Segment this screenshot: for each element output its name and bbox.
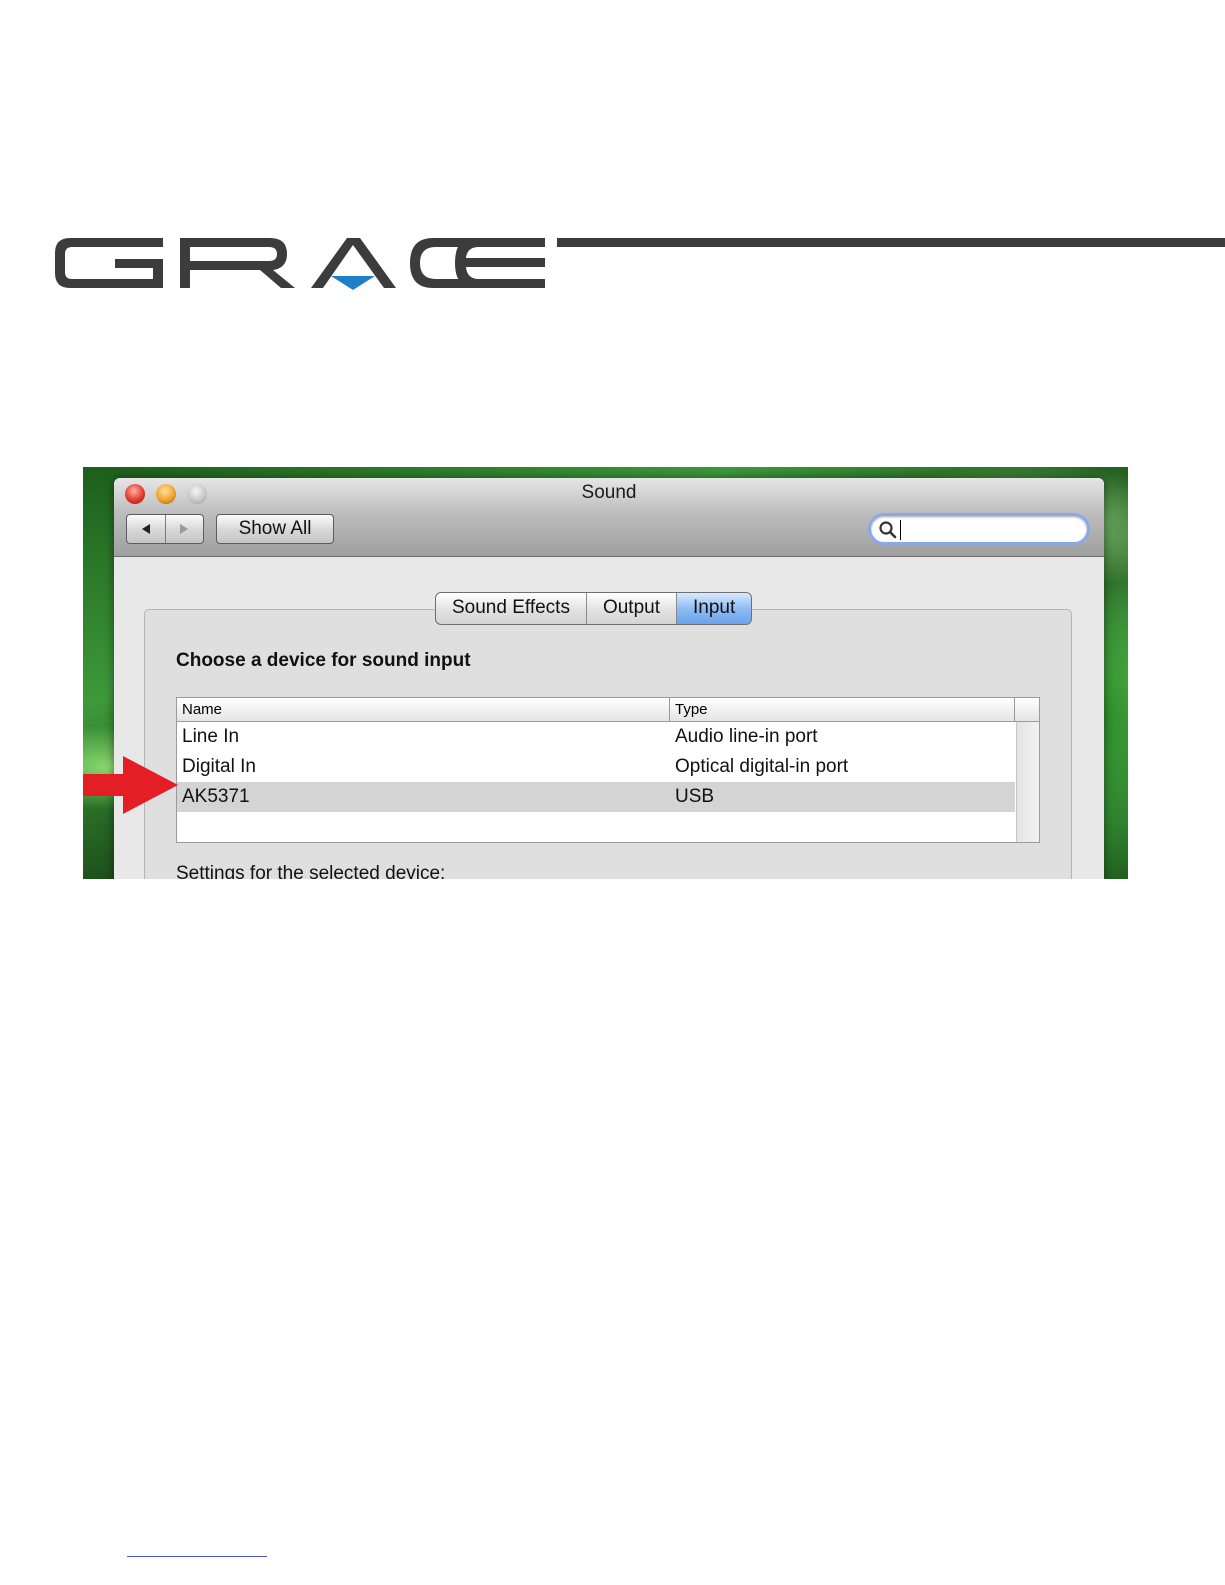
forward-arrow-icon — [180, 524, 189, 534]
device-name: AK5371 — [182, 786, 250, 807]
device-name: Digital In — [182, 756, 256, 777]
red-arrow-icon — [83, 756, 178, 814]
search-input[interactable] — [899, 518, 1083, 542]
show-all-button[interactable]: Show All — [216, 514, 334, 544]
device-type: Optical digital-in port — [675, 756, 849, 777]
table-row[interactable]: Line In Audio line-in port — [177, 722, 1015, 752]
column-header-name[interactable]: Name — [177, 698, 670, 721]
header-rule — [557, 238, 1225, 247]
table-header: Name Type — [177, 698, 1039, 722]
table-row-selected[interactable]: AK5371 USB — [177, 782, 1015, 812]
device-type: Audio line-in port — [675, 726, 818, 747]
settings-label: Settings for the selected device: — [176, 863, 446, 879]
search-icon — [879, 521, 897, 539]
tab-sound-effects[interactable]: Sound Effects — [436, 593, 587, 624]
column-header-type[interactable]: Type — [670, 698, 1015, 721]
sound-preferences-window: Sound Show All Sound Effects Output Inpu… — [114, 478, 1104, 879]
screenshot-frame: Sound Show All Sound Effects Output Inpu… — [83, 467, 1128, 879]
tab-bar: Sound Effects Output Input — [435, 592, 753, 625]
preferences-content: Sound Effects Output Input Choose a devi… — [114, 557, 1104, 879]
back-arrow-icon — [141, 524, 150, 534]
titlebar: Sound Show All — [114, 478, 1104, 557]
grace-logo-accent — [331, 276, 375, 290]
vertical-scrollbar[interactable] — [1016, 722, 1039, 842]
forward-button[interactable] — [166, 515, 204, 543]
input-device-table: Name Type Line In Audio line-in port Dig… — [176, 697, 1040, 843]
device-type: USB — [675, 786, 715, 807]
device-name: Line In — [182, 726, 240, 747]
device-list-heading: Choose a device for sound input — [176, 650, 471, 671]
navigation-segmented-control — [126, 514, 204, 544]
footer-link-underline[interactable] — [127, 1556, 267, 1557]
tab-input[interactable]: Input — [677, 593, 752, 624]
back-button[interactable] — [127, 515, 166, 543]
search-field[interactable] — [868, 513, 1090, 545]
text-caret — [900, 520, 901, 540]
window-title: Sound — [581, 482, 637, 503]
tab-output[interactable]: Output — [587, 593, 677, 624]
table-row[interactable]: Digital In Optical digital-in port — [177, 752, 1015, 782]
grace-logo — [55, 238, 545, 290]
